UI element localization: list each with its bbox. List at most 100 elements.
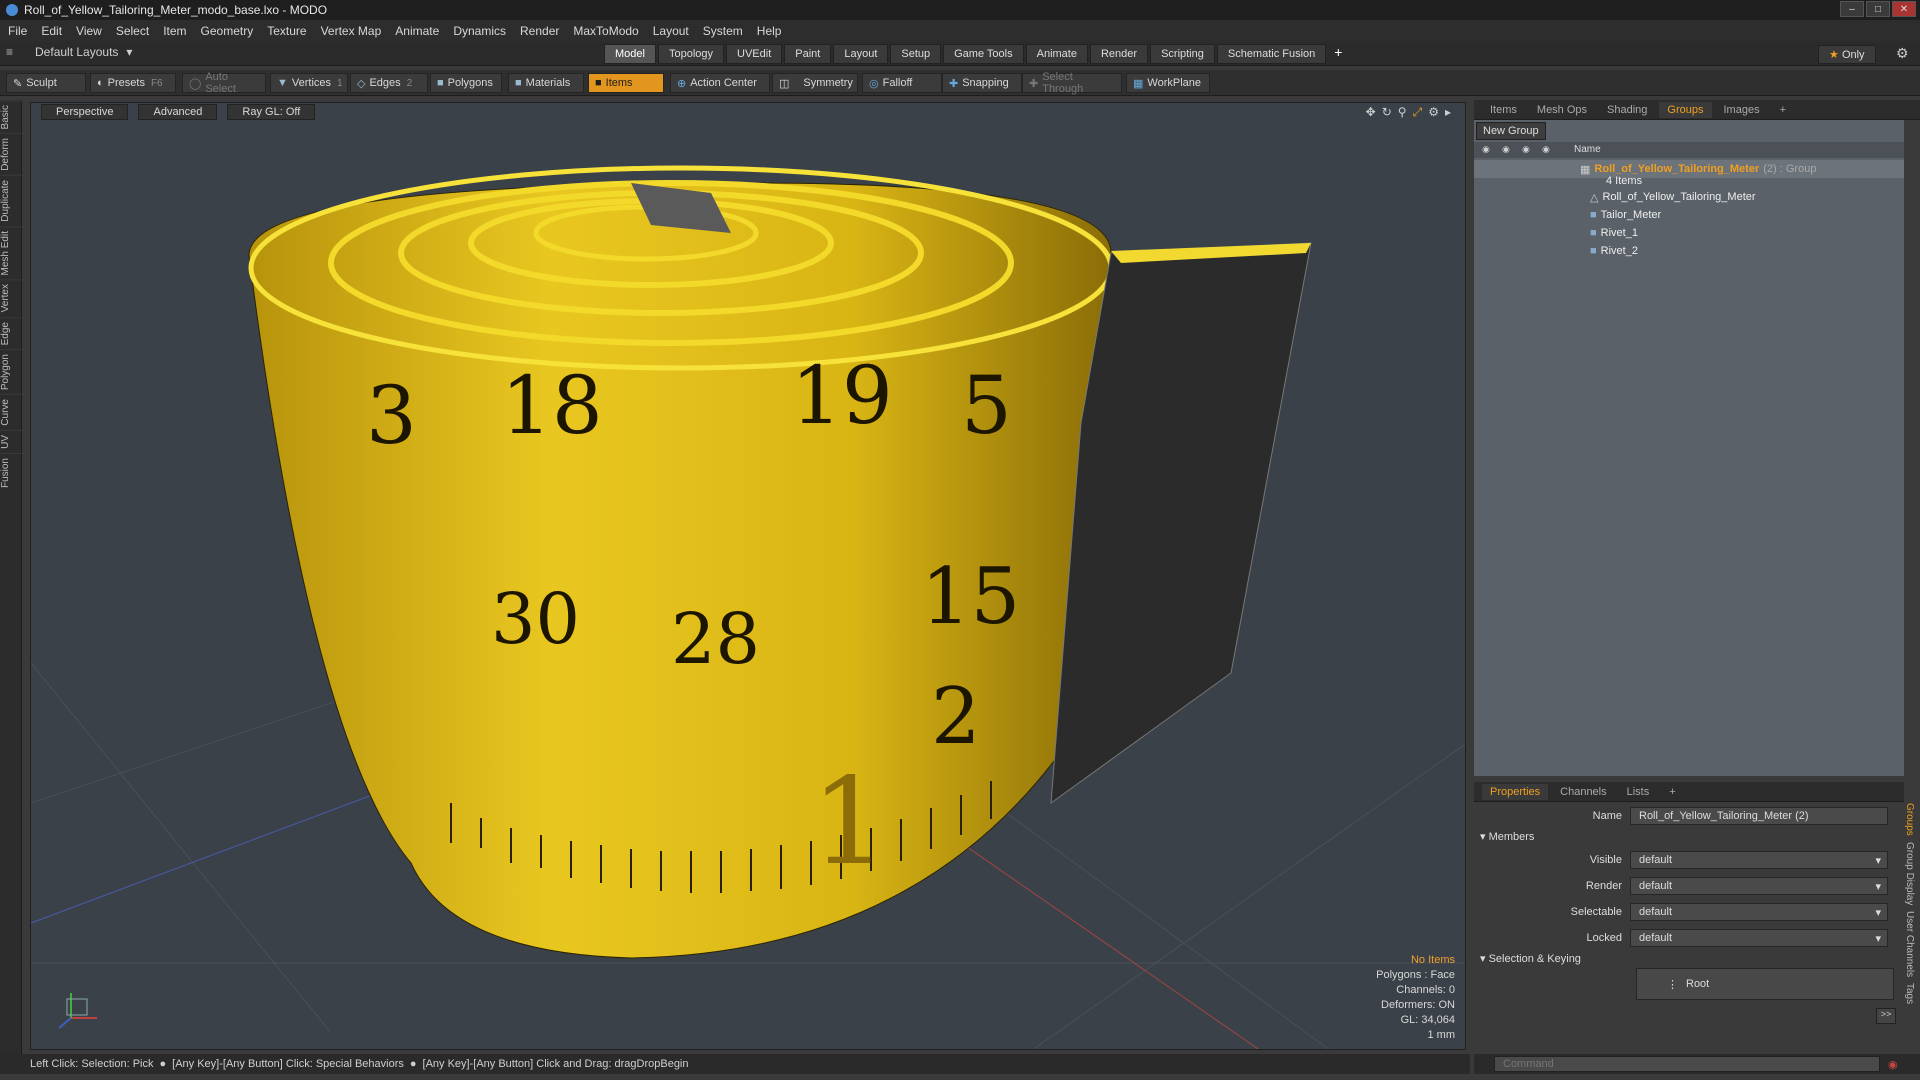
snapping-button[interactable]: ✚ Snapping: [942, 73, 1022, 93]
list-item[interactable]: ■ Rivet_1: [1474, 224, 1904, 242]
new-group-button[interactable]: New Group: [1476, 122, 1546, 140]
menu-view[interactable]: View: [76, 24, 102, 38]
menu-geometry[interactable]: Geometry: [201, 24, 254, 38]
tab-render[interactable]: Render: [1089, 44, 1149, 64]
tape-number: 28: [671, 598, 760, 680]
tab-items[interactable]: Items: [1482, 102, 1525, 118]
polygons-button[interactable]: ■ Polygons: [430, 73, 502, 93]
tab-uv[interactable]: UV: [0, 429, 22, 453]
viewport-gear-icon[interactable]: ⚙: [1428, 105, 1439, 120]
tab-setup[interactable]: Setup: [890, 44, 942, 64]
tab-duplicate[interactable]: Duplicate: [0, 175, 22, 226]
tab-paint[interactable]: Paint: [784, 44, 832, 64]
list-item[interactable]: △ Roll_of_Yellow_Tailoring_Meter: [1474, 188, 1904, 206]
tab-curve[interactable]: Curve: [0, 394, 22, 430]
vtab-groups[interactable]: Groups: [1904, 800, 1915, 839]
list-item[interactable]: ■ Tailor_Meter: [1474, 206, 1904, 224]
tab-game-tools[interactable]: Game Tools: [943, 44, 1024, 64]
falloff-button[interactable]: ◎ Falloff: [862, 73, 942, 93]
tab-properties[interactable]: Properties: [1482, 783, 1549, 800]
menu-system[interactable]: System: [703, 24, 743, 38]
shading-mode-button[interactable]: Advanced: [138, 104, 218, 120]
menu-edit[interactable]: Edit: [41, 24, 62, 38]
tab-fusion[interactable]: Fusion: [0, 452, 22, 492]
tab-images[interactable]: Images: [1716, 102, 1768, 118]
pan-icon[interactable]: ✥: [1366, 105, 1376, 120]
locked-select[interactable]: default ▾: [1630, 929, 1888, 947]
fit-icon[interactable]: ⤢: [1413, 105, 1423, 120]
tab-deform[interactable]: Deform: [0, 133, 22, 176]
tab-topology[interactable]: Topology: [657, 44, 725, 64]
only-button[interactable]: ★ Only: [1818, 45, 1876, 64]
menu-vertex-map[interactable]: Vertex Map: [321, 24, 382, 38]
menu-file[interactable]: File: [8, 24, 27, 38]
layout-selector[interactable]: ≡ Default Layouts ▾: [6, 45, 132, 59]
sculpt-button[interactable]: ✎ Sculpt: [6, 73, 86, 93]
list-item[interactable]: ■ Rivet_2: [1474, 242, 1904, 260]
3d-viewport[interactable]: 3 18 19 5 15 2 30 28 1 Perspective Advan…: [30, 102, 1466, 1050]
items-button[interactable]: ■ Items: [588, 73, 664, 93]
maximize-icon[interactable]: □: [1866, 1, 1890, 17]
add-tab-icon[interactable]: +: [1328, 44, 1348, 64]
tab-basic[interactable]: Basic: [0, 100, 22, 134]
rotate-icon[interactable]: ↻: [1382, 105, 1392, 120]
tab-channels[interactable]: Channels: [1552, 784, 1614, 800]
gear-icon[interactable]: ⚙: [1896, 45, 1909, 62]
visible-select[interactable]: default ▾: [1630, 851, 1888, 869]
add-tab-icon[interactable]: +: [1772, 102, 1794, 118]
minimize-icon[interactable]: –: [1840, 1, 1864, 17]
tab-mesh-edit[interactable]: Mesh Edit: [0, 225, 22, 280]
vertices-button[interactable]: ▼ Vertices 1: [270, 73, 348, 93]
menu-item[interactable]: Item: [163, 24, 186, 38]
materials-button[interactable]: ■ Materials: [508, 73, 584, 93]
members-section[interactable]: ▾ Members: [1480, 830, 1534, 843]
visible-label: Visible: [1589, 854, 1622, 866]
name-field[interactable]: Roll_of_Yellow_Tailoring_Meter (2): [1630, 807, 1888, 825]
menu-select[interactable]: Select: [116, 24, 149, 38]
expand-arrow-icon[interactable]: ▸: [1445, 105, 1451, 120]
menu-texture[interactable]: Texture: [267, 24, 306, 38]
tab-lists[interactable]: Lists: [1619, 784, 1658, 800]
select-through-button[interactable]: ✚ Select Through: [1022, 71, 1122, 95]
menu-dynamics[interactable]: Dynamics: [453, 24, 506, 38]
tab-edge[interactable]: Edge: [0, 316, 22, 350]
tab-layout[interactable]: Layout: [833, 44, 889, 64]
selectable-select[interactable]: default ▾: [1630, 903, 1888, 921]
edges-button[interactable]: ◇ Edges 2: [350, 73, 428, 93]
auto-select-button[interactable]: ◯ Auto Select: [182, 71, 266, 95]
selection-keying-section[interactable]: ▾ Selection & Keying: [1480, 952, 1581, 965]
menu-maxtomodo[interactable]: MaxToModo: [573, 24, 638, 38]
record-icon[interactable]: ◉: [1888, 1058, 1898, 1071]
tab-uvedit[interactable]: UVEdit: [726, 44, 783, 64]
menu-layout[interactable]: Layout: [653, 24, 689, 38]
vtab-group-display[interactable]: Group Display: [1904, 839, 1915, 908]
action-center-button[interactable]: ⊕ Action Center: [670, 73, 770, 93]
view-mode-button[interactable]: Perspective: [41, 104, 129, 120]
zoom-icon[interactable]: ⚲: [1398, 105, 1407, 120]
menu-animate[interactable]: Animate: [395, 24, 439, 38]
presets-button[interactable]: ◐ Presets F6: [90, 73, 176, 93]
tab-groups[interactable]: Groups: [1659, 101, 1712, 118]
tab-shading[interactable]: Shading: [1599, 102, 1655, 118]
symmetry-button[interactable]: ◫ Symmetry: [772, 73, 858, 93]
menu-help[interactable]: Help: [757, 24, 782, 38]
root-button[interactable]: ⋮ Root: [1636, 968, 1894, 1000]
tab-vertex[interactable]: Vertex: [0, 279, 22, 317]
render-select[interactable]: default ▾: [1630, 877, 1888, 895]
add-tab-icon[interactable]: +: [1661, 784, 1683, 800]
tab-polygon[interactable]: Polygon: [0, 349, 22, 395]
tab-schematic-fusion[interactable]: Schematic Fusion: [1216, 44, 1327, 64]
tab-model[interactable]: Model: [604, 44, 656, 64]
triangle-down-icon: ▾: [1480, 953, 1486, 965]
menu-render[interactable]: Render: [520, 24, 559, 38]
raygl-button[interactable]: Ray GL: Off: [227, 104, 316, 120]
command-input[interactable]: [1494, 1056, 1880, 1072]
tab-animate[interactable]: Animate: [1025, 44, 1088, 64]
tab-mesh-ops[interactable]: Mesh Ops: [1529, 102, 1595, 118]
tab-scripting[interactable]: Scripting: [1150, 44, 1215, 64]
workplane-button[interactable]: ▦ WorkPlane: [1126, 73, 1210, 93]
vtab-user-channels[interactable]: User Channels: [1904, 908, 1915, 980]
more-button[interactable]: >>: [1876, 1008, 1896, 1024]
close-icon[interactable]: ✕: [1892, 1, 1916, 17]
vtab-tags[interactable]: Tags: [1904, 980, 1915, 1007]
